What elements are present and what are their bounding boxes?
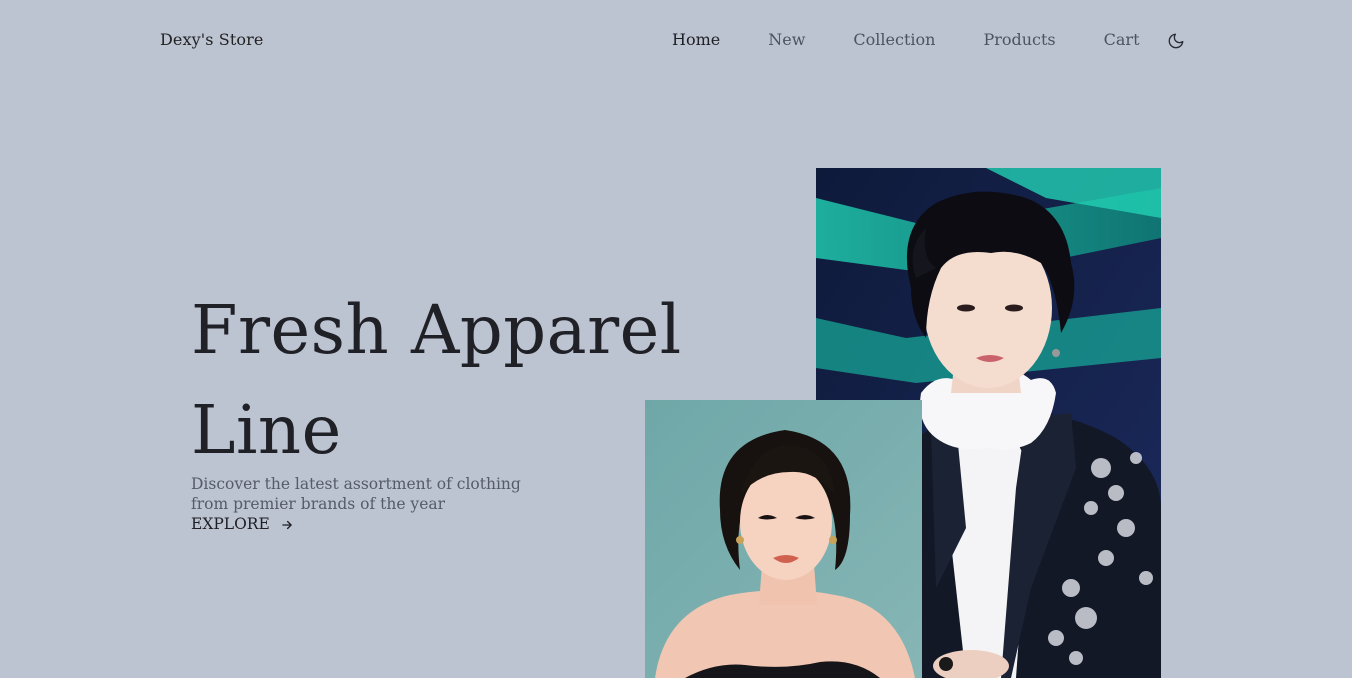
nav-home[interactable]: Home [672,30,720,49]
main-nav: Home New Collection Products Cart [672,30,1188,49]
hero-description: Discover the latest assortment of clothi… [191,475,521,513]
brand-logo[interactable]: Dexy's Store [160,30,263,49]
nav-cart[interactable]: Cart [1104,30,1140,49]
site-header: Dexy's Store Home New Collection Product… [0,0,1352,80]
hero-title-line-1: Fresh Apparel [191,291,682,369]
arrow-right-icon [280,517,294,531]
nav-products[interactable]: Products [983,30,1055,49]
hero-title-line-2: Line [191,391,342,469]
explore-label: EXPLORE [191,515,270,533]
moon-icon[interactable] [1167,32,1185,50]
nav-new[interactable]: New [768,30,805,49]
female-model-photo [645,400,922,678]
hero-title: Fresh Apparel Line [191,280,711,480]
nav-collection[interactable]: Collection [853,30,935,49]
explore-button[interactable]: EXPLORE [191,514,294,534]
